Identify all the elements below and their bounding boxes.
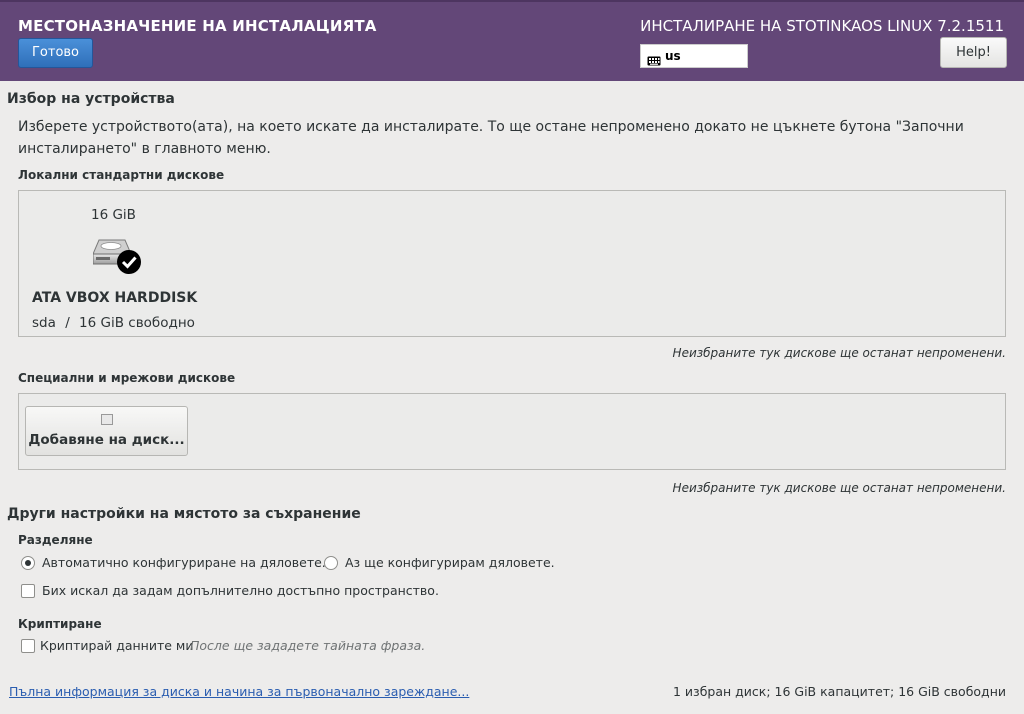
- page-title: МЕСТОНАЗНАЧЕНИЕ НА ИНСТАЛАЦИЯТА: [18, 17, 377, 35]
- manual-partition-radio[interactable]: [324, 556, 338, 570]
- special-disks-note: Неизбраните тук дискове ще останат непро…: [672, 481, 1006, 495]
- disk-free: 16 GiB свободно: [79, 315, 195, 331]
- header-bar: МЕСТОНАЗНАЧЕНИЕ НА ИНСТАЛАЦИЯТА ИНСТАЛИР…: [0, 0, 1024, 81]
- extra-space-checkbox[interactable]: [21, 584, 35, 598]
- done-button[interactable]: Готово: [18, 38, 93, 68]
- add-disk-label: Добавяне на диск...: [28, 432, 185, 448]
- storage-options-title: Други настройки на мястото за съхранение: [7, 506, 361, 522]
- auto-partition-radio[interactable]: [21, 556, 35, 570]
- disk-tile-sda[interactable]: 16 GiB ATA VBOX HARDDISK sda / 16 GiB св…: [29, 201, 219, 331]
- local-disks-panel: 16 GiB ATA VBOX HARDDISK sda / 16 GiB св…: [18, 190, 1006, 337]
- keyboard-layout-indicator[interactable]: us: [640, 44, 748, 68]
- auto-partition-label[interactable]: Автоматично конфигуриране на дяловете.: [42, 555, 326, 570]
- selected-check-icon: [116, 249, 142, 279]
- keyboard-layout-label: us: [665, 49, 681, 63]
- disk-info: sda / 16 GiB свободно: [32, 315, 195, 331]
- full-disk-summary-link[interactable]: Пълна информация за диска и начина за пъ…: [9, 684, 469, 699]
- disk-size: 16 GiB: [91, 207, 136, 223]
- add-disk-button[interactable]: Добавяне на диск...: [25, 406, 188, 456]
- extra-space-label[interactable]: Бих искал да задам допълнително достъпно…: [42, 583, 439, 598]
- special-disks-title: Специални и мрежови дискове: [18, 371, 236, 385]
- partitioning-title: Разделяне: [18, 533, 93, 547]
- disk-device: sda: [32, 315, 56, 331]
- manual-partition-label[interactable]: Аз ще конфигурирам дяловете.: [345, 555, 555, 570]
- encrypt-checkbox[interactable]: [21, 639, 35, 653]
- encryption-title: Криптиране: [18, 617, 102, 631]
- encrypt-label[interactable]: Криптирай данните ми: [40, 638, 193, 653]
- disk-summary-text: 1 избран диск; 16 GiB капацитет; 16 GiB …: [673, 684, 1006, 699]
- local-disks-note: Неизбраните тук дискове ще останат непро…: [672, 346, 1006, 360]
- add-disk-icon: [101, 414, 113, 425]
- keyboard-icon: [647, 51, 661, 70]
- header-top-edge: [0, 0, 1024, 2]
- encrypt-hint: После ще зададете тайната фраза.: [190, 638, 426, 653]
- device-selection-description-line2: инсталирането" в главното меню.: [18, 141, 271, 157]
- product-title: ИНСТАЛИРАНЕ НА STOTINKAOS LINUX 7.2.1511: [640, 17, 1004, 35]
- help-button[interactable]: Help!: [940, 37, 1007, 68]
- device-selection-description-line1: Изберете устройството(ата), на което иск…: [18, 119, 964, 135]
- device-selection-title: Избор на устройства: [7, 91, 175, 107]
- local-disks-title: Локални стандартни дискове: [18, 168, 225, 182]
- disk-name: ATA VBOX HARDDISK: [32, 290, 198, 306]
- disk-info-separator: /: [65, 315, 70, 331]
